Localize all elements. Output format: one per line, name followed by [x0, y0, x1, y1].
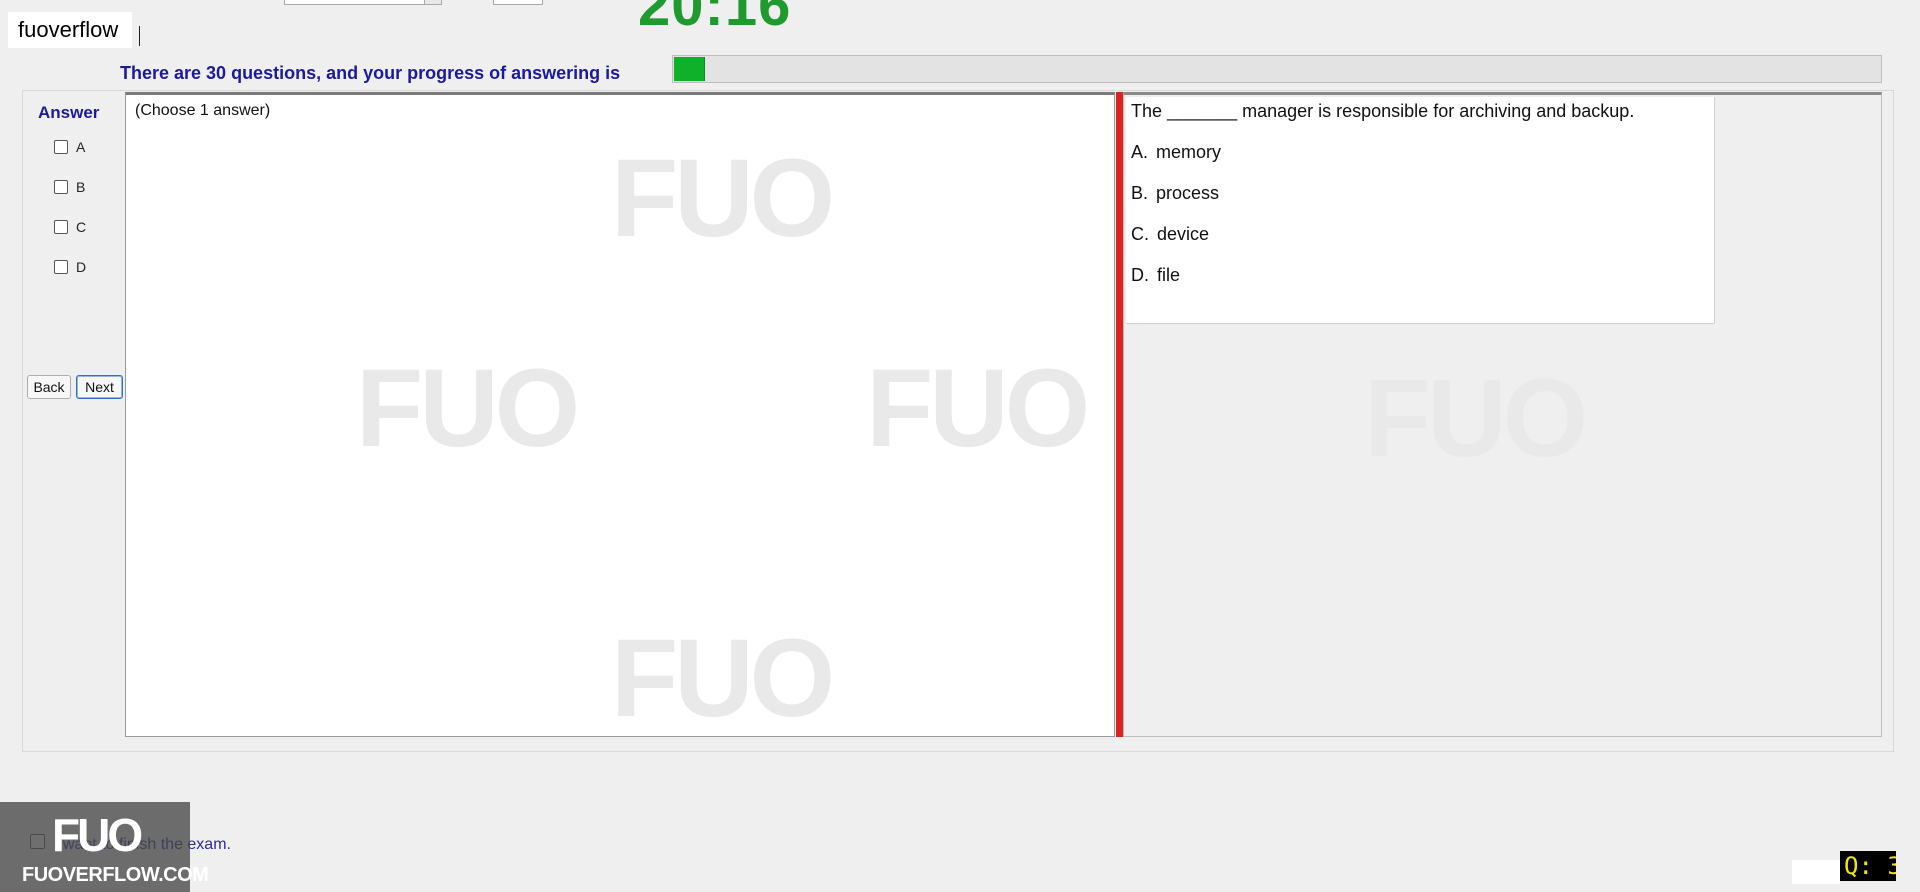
answer-option-b[interactable]: B — [54, 177, 85, 197]
next-button[interactable]: Next — [76, 375, 123, 399]
checkbox-icon[interactable] — [54, 260, 68, 274]
answer-option-label: D — [76, 259, 87, 275]
bottom-status-field — [1792, 860, 1840, 884]
watermark-logo: FUO — [611, 617, 835, 740]
checkbox-icon[interactable] — [54, 140, 68, 154]
question-choice-b: B. process — [1131, 183, 1220, 203]
answer-option-label: C — [76, 219, 87, 235]
answer-title: Answer — [38, 103, 100, 122]
combo-arrow-icon[interactable] — [424, 0, 441, 4]
checkbox-icon[interactable] — [54, 180, 68, 194]
watermark-logo: FUO — [611, 137, 835, 260]
question-panel: FUO The _______ manager is responsible f… — [1123, 92, 1882, 737]
brand-label: fuoverflow — [8, 12, 133, 48]
watermark-logo: FUO — [1364, 357, 1588, 480]
question-box: The _______ manager is responsible for a… — [1126, 97, 1715, 324]
progress-bar — [672, 55, 1882, 83]
answer-option-label: A — [76, 139, 86, 155]
answer-option-label: B — [76, 179, 86, 195]
answer-option-c[interactable]: C — [54, 217, 86, 237]
logo-text: FUOVERFLOW.COM — [22, 864, 209, 886]
choose-hint: (Choose 1 answer) — [135, 102, 271, 119]
question-counter: Q: 3 — [1840, 851, 1896, 881]
logo-mark: FUO — [52, 809, 143, 861]
exam-timer: 20:16 — [638, 0, 792, 38]
top-small-field[interactable] — [493, 0, 543, 5]
answer-option-d[interactable]: D — [54, 257, 86, 277]
question-choice-c: C. device — [1131, 224, 1210, 244]
progress-description: There are 30 questions, and your progres… — [120, 63, 621, 83]
text-cursor — [139, 26, 140, 46]
answer-option-a[interactable]: A — [54, 137, 85, 157]
top-combo-box[interactable] — [284, 0, 442, 5]
answer-text-area[interactable]: (Choose 1 answer) FUO FUO FUO FUO — [125, 92, 1115, 740]
question-choice-d: D. file — [1131, 265, 1181, 285]
site-logo-overlay: FUO FUOVERFLOW.COM — [0, 802, 209, 892]
progress-bar-fill — [674, 57, 705, 81]
back-button[interactable]: Back — [27, 375, 71, 399]
question-text: The _______ manager is responsible for a… — [1131, 101, 1635, 121]
checkbox-icon[interactable] — [54, 220, 68, 234]
question-choice-a: A. memory — [1131, 142, 1222, 162]
watermark-logo: FUO — [866, 347, 1090, 470]
panel-splitter[interactable] — [1116, 92, 1123, 737]
watermark-logo: FUO — [356, 347, 580, 470]
